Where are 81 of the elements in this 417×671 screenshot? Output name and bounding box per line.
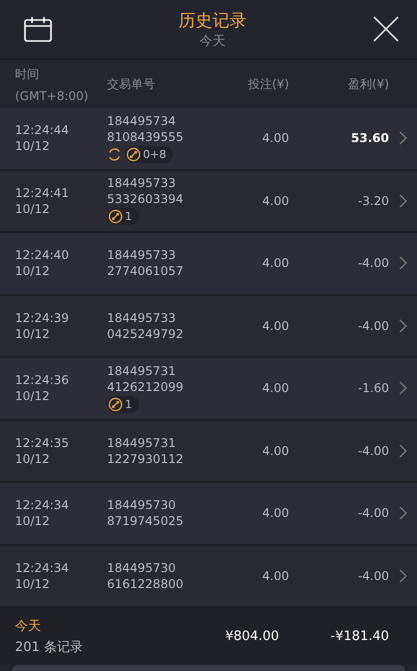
date-text: 10/12 bbox=[15, 389, 51, 404]
profit-amount: -4.00 bbox=[356, 506, 389, 520]
column-header: 交易单号 bbox=[107, 76, 156, 92]
time-text: 12:24:35 bbox=[15, 436, 70, 450]
date-text: 10/12 bbox=[15, 326, 51, 341]
record-row[interactable]: 12:24:35 10/12 184495731 1227930112 4.00 -4.00 bbox=[0, 420, 417, 481]
profit-amount: 53.60 bbox=[350, 131, 389, 146]
order-number: 0425249792 bbox=[107, 326, 184, 341]
column-header: 投注(¥) bbox=[247, 76, 289, 92]
order-number: 184495730 bbox=[107, 498, 177, 512]
order-number: 184495731 bbox=[107, 436, 177, 450]
date-text: 10/12 bbox=[15, 576, 51, 591]
order-number: 6161228800 bbox=[107, 576, 184, 591]
date-text: 10/12 bbox=[15, 202, 51, 216]
stake-amount: 4.00 bbox=[261, 568, 289, 583]
chevron-icon bbox=[399, 381, 407, 396]
order-number: 5332603394 bbox=[107, 192, 184, 206]
page-subtitle: 今天 bbox=[200, 32, 226, 50]
profit-amount: -4.00 bbox=[356, 568, 389, 583]
order-number: 8719745025 bbox=[107, 514, 184, 528]
record-row[interactable]: 12:24:34 10/12 184495730 8719745025 4.00 -4.00 bbox=[0, 483, 417, 544]
chevron-icon bbox=[399, 444, 407, 458]
date-text: 10/12 bbox=[15, 139, 51, 154]
chevron-icon bbox=[399, 568, 407, 583]
time-text: 12:24:34 bbox=[15, 498, 70, 512]
stake-amount: 4.00 bbox=[261, 318, 289, 333]
order-number: 184495734 bbox=[107, 114, 177, 128]
record-count: 201 条记录 bbox=[15, 639, 84, 656]
record-row[interactable]: 12:24:40 10/12 184495733 2774061057 4.00 -4.00 bbox=[0, 233, 417, 294]
time-text: 12:24:39 bbox=[15, 310, 70, 325]
bonus-badge: 1 bbox=[107, 208, 139, 226]
chevron-icon bbox=[399, 131, 407, 146]
bonus-badge: 0+8 bbox=[125, 146, 174, 163]
profit-amount: -4.00 bbox=[356, 444, 389, 458]
order-number: 184495733 bbox=[107, 176, 177, 190]
time-text: 12:24:34 bbox=[15, 560, 70, 575]
page-title: 历史记录 bbox=[178, 10, 246, 32]
stake-amount: 4.00 bbox=[261, 506, 289, 520]
time-text: 12:24:40 bbox=[15, 248, 70, 262]
stake-amount: 4.00 bbox=[261, 381, 289, 396]
order-number: 1227930112 bbox=[107, 452, 184, 466]
record-row[interactable]: 12:24:36 10/12 184495731 4126212099 1 4.00 -1.60 bbox=[0, 358, 417, 418]
record-row[interactable]: 12:24:39 10/12 184495733 0425249792 4.00 -4.00 bbox=[0, 296, 417, 356]
order-number: 2774061057 bbox=[107, 264, 184, 278]
close-icon[interactable] bbox=[373, 16, 399, 42]
order-number: 184495730 bbox=[107, 560, 177, 575]
date-text: 10/12 bbox=[15, 452, 51, 466]
chevron-icon bbox=[399, 256, 407, 270]
chevron-icon bbox=[399, 194, 407, 208]
refresh-icon bbox=[107, 146, 122, 162]
date-text: 10/12 bbox=[15, 514, 51, 528]
profit-amount: -3.20 bbox=[356, 194, 389, 208]
stake-amount: 4.00 bbox=[261, 444, 289, 458]
order-number: 184495733 bbox=[107, 310, 177, 325]
time-text: 12:24:36 bbox=[15, 373, 70, 388]
order-number: 184495733 bbox=[107, 248, 177, 262]
profit-total: -¥181.40 bbox=[330, 629, 389, 644]
profit-amount: -4.00 bbox=[356, 318, 389, 333]
record-row[interactable]: 12:24:34 10/12 184495730 6161228800 4.00 -4.00 bbox=[0, 546, 417, 606]
record-row[interactable]: 12:24:41 10/12 184495733 5332603394 1 4.00 -3.20 bbox=[0, 170, 417, 231]
time-text: 12:24:41 bbox=[15, 186, 70, 200]
timezone-label: (GMT+8:00) bbox=[15, 88, 90, 102]
column-header: 时间 bbox=[15, 66, 40, 82]
stake-amount: 4.00 bbox=[261, 194, 289, 208]
bonus-badge: 1 bbox=[107, 396, 139, 413]
record-row[interactable]: 12:24:44 10/12 184495734 8108439555 0+8 4.00 53.60 bbox=[0, 108, 417, 168]
order-number: 184495731 bbox=[107, 364, 177, 378]
date-text: 10/12 bbox=[15, 264, 51, 278]
calendar-icon[interactable] bbox=[24, 16, 52, 42]
chevron-icon bbox=[399, 318, 407, 333]
order-number: 8108439555 bbox=[107, 130, 184, 144]
period-label: 今天 bbox=[15, 618, 42, 635]
time-text: 12:24:44 bbox=[15, 123, 70, 138]
order-number: 4126212099 bbox=[107, 380, 184, 394]
column-header: 盈利(¥) bbox=[347, 76, 389, 92]
profit-amount: -4.00 bbox=[356, 256, 389, 270]
stake-amount: 4.00 bbox=[261, 256, 289, 270]
profit-amount: -1.60 bbox=[356, 381, 389, 396]
chevron-icon bbox=[399, 506, 407, 520]
stake-total: ¥804.00 bbox=[224, 629, 279, 644]
stake-amount: 4.00 bbox=[261, 131, 289, 146]
